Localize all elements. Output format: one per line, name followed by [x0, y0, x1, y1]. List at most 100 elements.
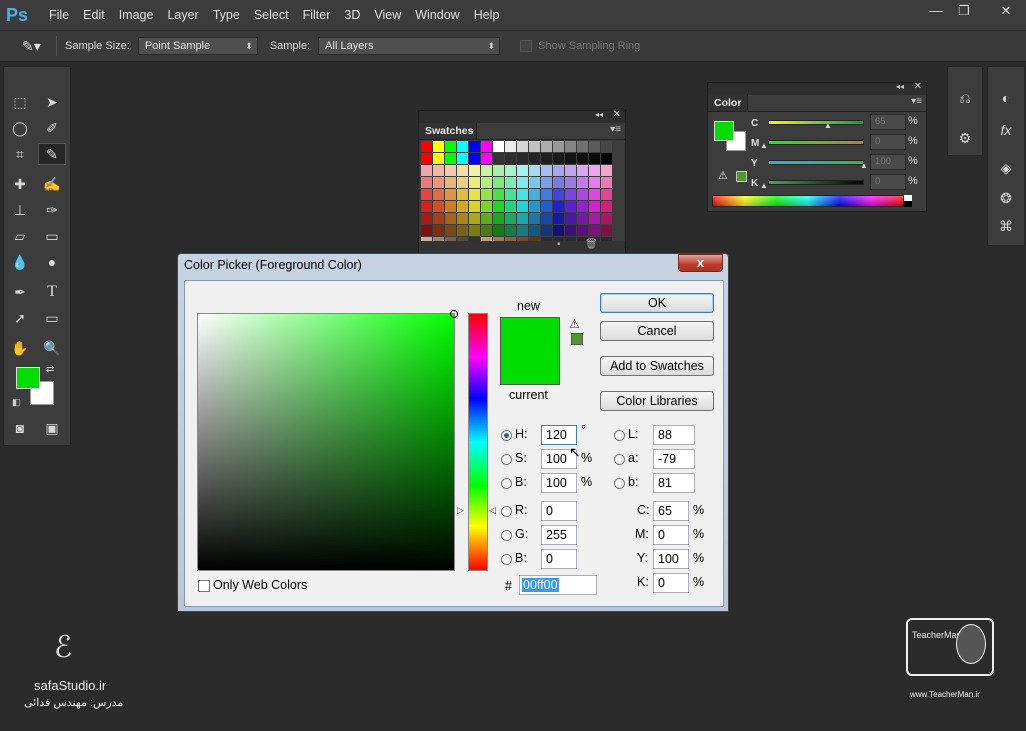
- swatch[interactable]: [553, 153, 564, 164]
- swatch[interactable]: [457, 177, 468, 188]
- swatch[interactable]: [529, 213, 540, 224]
- slider-thumb-icon[interactable]: ▲: [760, 181, 768, 190]
- swatch[interactable]: [553, 213, 564, 224]
- dodge-tool-icon[interactable]: ●: [40, 251, 64, 273]
- swatch[interactable]: [565, 201, 576, 212]
- eyedropper-icon[interactable]: ✎▾: [22, 38, 52, 55]
- menu-view[interactable]: View: [367, 0, 408, 30]
- swatch[interactable]: [493, 201, 504, 212]
- swatches-tab[interactable]: Swatches: [419, 123, 477, 139]
- move-tool-icon[interactable]: ➤: [40, 91, 64, 113]
- swatch[interactable]: [433, 153, 444, 164]
- swatch[interactable]: [553, 225, 564, 236]
- saturation-radio[interactable]: [501, 454, 512, 465]
- adjustments-icon[interactable]: ◐: [994, 87, 1018, 109]
- swatch[interactable]: [589, 141, 600, 152]
- screen-mode-icon[interactable]: ▣: [40, 417, 64, 439]
- swatch[interactable]: [469, 225, 480, 236]
- swatch[interactable]: [469, 189, 480, 200]
- swatch[interactable]: [433, 189, 444, 200]
- swatch[interactable]: [421, 141, 432, 152]
- menu-type[interactable]: Type: [206, 0, 247, 30]
- hand-tool-icon[interactable]: ✋: [8, 337, 32, 359]
- swatch[interactable]: [601, 141, 612, 152]
- swatch[interactable]: [541, 225, 552, 236]
- add-to-swatches-button[interactable]: Add to Swatches: [600, 356, 714, 376]
- swatch[interactable]: [517, 153, 528, 164]
- swatch[interactable]: [553, 189, 564, 200]
- menu-file[interactable]: File: [42, 0, 76, 30]
- out-of-gamut-warning-icon[interactable]: ⚠: [569, 317, 580, 331]
- swatch[interactable]: [565, 153, 576, 164]
- rectangle-tool-icon[interactable]: ▭: [40, 307, 64, 329]
- only-web-colors-checkbox[interactable]: [198, 580, 210, 592]
- swatch[interactable]: [457, 189, 468, 200]
- collapse-icon[interactable]: ◂◂: [595, 110, 603, 119]
- brush-tool-icon[interactable]: ✍: [40, 173, 64, 195]
- swatch[interactable]: [433, 141, 444, 152]
- blue-radio[interactable]: [501, 554, 512, 565]
- black-chip[interactable]: [904, 201, 912, 207]
- swatch[interactable]: [577, 153, 588, 164]
- swatch[interactable]: [529, 153, 540, 164]
- history-brush-icon[interactable]: ✑: [40, 199, 64, 221]
- default-colors-icon[interactable]: ◧: [12, 397, 21, 408]
- saturation-brightness-field[interactable]: [197, 310, 458, 571]
- blur-tool-icon[interactable]: 💧: [8, 251, 32, 273]
- quick-mask-icon[interactable]: ◙: [8, 417, 32, 439]
- swatch[interactable]: [517, 141, 528, 152]
- path-selection-icon[interactable]: ➚: [8, 307, 32, 329]
- swatch[interactable]: [601, 177, 612, 188]
- swatch[interactable]: [577, 141, 588, 152]
- yellow-value[interactable]: 100: [870, 154, 906, 170]
- hue-slider[interactable]: [468, 313, 488, 571]
- menu-window[interactable]: Window: [408, 0, 466, 30]
- show-sampling-ring-checkbox[interactable]: [520, 40, 533, 52]
- ok-button[interactable]: OK: [600, 293, 714, 313]
- swatch[interactable]: [481, 225, 492, 236]
- swatch[interactable]: [421, 201, 432, 212]
- swatch[interactable]: [529, 189, 540, 200]
- swatch[interactable]: [601, 225, 612, 236]
- swatch[interactable]: [433, 225, 444, 236]
- swatch[interactable]: [493, 141, 504, 152]
- menu-edit[interactable]: Edit: [76, 0, 112, 30]
- cyan-slider[interactable]: [768, 120, 864, 125]
- swatch[interactable]: [421, 189, 432, 200]
- swatch[interactable]: [565, 165, 576, 176]
- swatch[interactable]: [433, 165, 444, 176]
- swatch[interactable]: [505, 225, 516, 236]
- swatch[interactable]: [445, 201, 456, 212]
- swatch[interactable]: [589, 213, 600, 224]
- type-tool-icon[interactable]: T: [40, 281, 64, 303]
- swatch[interactable]: [505, 165, 516, 176]
- hue-arrow-right-icon[interactable]: ◁: [489, 505, 496, 516]
- swatch[interactable]: [541, 165, 552, 176]
- swatch[interactable]: [541, 153, 552, 164]
- swatch[interactable]: [493, 225, 504, 236]
- channels-icon[interactable]: ❂: [994, 187, 1018, 209]
- swatch[interactable]: [481, 141, 492, 152]
- magenta-slider[interactable]: [768, 140, 864, 145]
- swatch[interactable]: [517, 165, 528, 176]
- close-window-button[interactable]: ✕: [992, 4, 1020, 20]
- swatch[interactable]: [517, 213, 528, 224]
- swatch[interactable]: [529, 141, 540, 152]
- color-picker-circle-icon[interactable]: [450, 310, 458, 318]
- gradient-tool-icon[interactable]: ▭: [40, 225, 64, 247]
- swatch[interactable]: [457, 225, 468, 236]
- hue-arrow-left-icon[interactable]: ▷: [457, 505, 464, 516]
- swatch[interactable]: [601, 153, 612, 164]
- swatch[interactable]: [541, 213, 552, 224]
- clone-stamp-icon[interactable]: ⊥: [8, 199, 32, 221]
- swatch[interactable]: [469, 213, 480, 224]
- gamut-color-chip[interactable]: [736, 171, 747, 182]
- slider-thumb-icon[interactable]: ▲: [860, 161, 868, 170]
- layers-icon[interactable]: ◈: [994, 157, 1018, 179]
- swatch[interactable]: [565, 189, 576, 200]
- foreground-color-swatch-top[interactable]: [16, 367, 40, 389]
- swatch[interactable]: [601, 189, 612, 200]
- healing-brush-icon[interactable]: ✚: [8, 173, 32, 195]
- swatch[interactable]: [421, 153, 432, 164]
- pen-tool-icon[interactable]: ✒: [8, 281, 32, 303]
